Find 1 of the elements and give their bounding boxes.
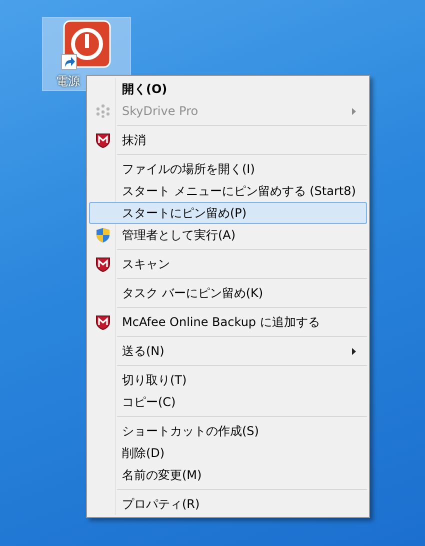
icon-label: 電源 — [56, 74, 80, 88]
